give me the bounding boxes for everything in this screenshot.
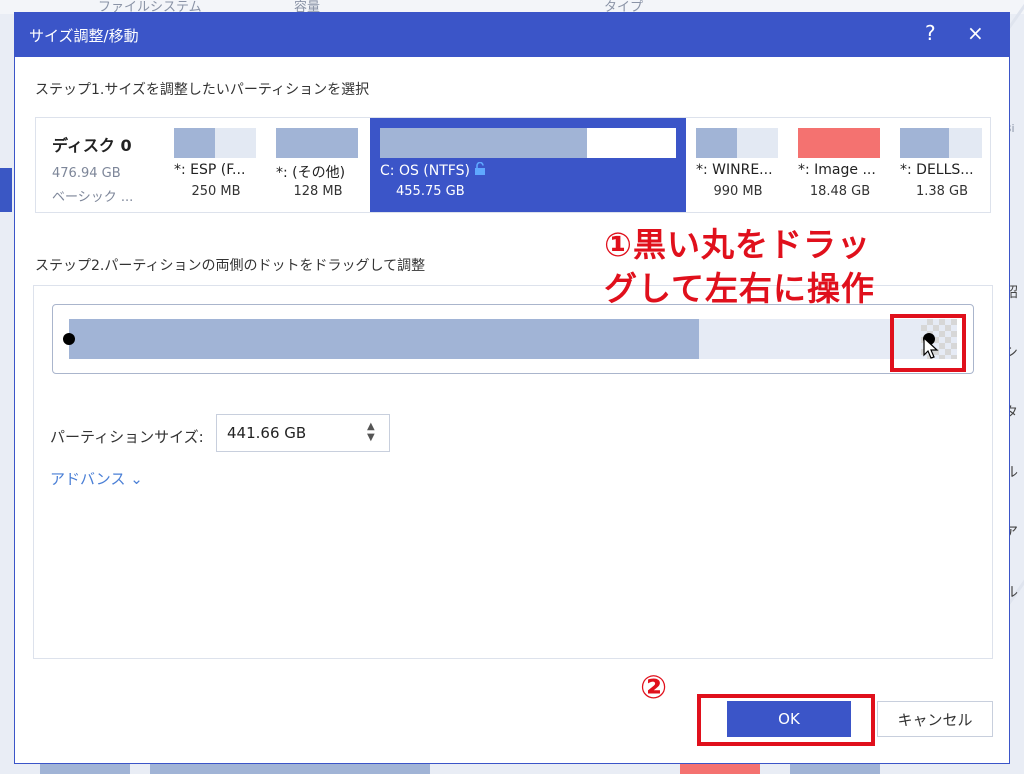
step2-label: ステップ2.パーティションの両側のドットをドラッグして調整 — [35, 258, 426, 274]
bg-partition-bar — [150, 764, 430, 774]
partition-usage-bar — [174, 128, 256, 158]
bg-partition-bar — [680, 764, 760, 774]
partition-name: C: OS (NTFS) — [380, 163, 470, 179]
partition-size: 990 MB — [713, 184, 763, 199]
disk-size: 476.94 GB — [52, 166, 121, 181]
partition-size: 455.75 GB — [396, 184, 465, 199]
partition-size: 1.38 GB — [915, 184, 969, 199]
dialog-title: サイズ調整/移動 — [29, 27, 139, 45]
partition-size-input[interactable]: 441.66 GB ▲ ▼ — [216, 414, 390, 452]
partition-size: 128 MB — [293, 184, 343, 199]
resize-move-dialog: サイズ調整/移動 ? × ステップ1.サイズを調整したいパーティションを選択 デ… — [14, 12, 1010, 764]
partition-name: *: WINRE... — [696, 162, 773, 178]
partition-name-row: C: OS (NTFS) — [380, 161, 486, 179]
slider-used-fill — [69, 319, 700, 359]
partition-used-fill — [174, 128, 215, 158]
resize-panel: パーティションサイズ: 441.66 GB ▲ ▼ アドバンス ⌄ — [33, 285, 993, 659]
bg-partition-bar — [790, 764, 880, 774]
partition-used-fill — [798, 128, 880, 158]
partition-c-os[interactable]: C: OS (NTFS) 455.75 GB — [370, 118, 686, 212]
advanced-toggle[interactable]: アドバンス ⌄ — [50, 468, 143, 489]
partition-name: *: DELLS... — [900, 162, 974, 178]
partition-esp[interactable]: *: ESP (F... 250 MB — [174, 118, 258, 212]
cancel-button[interactable]: キャンセル — [877, 701, 993, 737]
partition-size: 18.48 GB — [809, 184, 871, 199]
highlight-box-handle — [890, 314, 966, 372]
partition-image[interactable]: *: Image ... 18.48 GB — [798, 118, 882, 212]
unlock-icon — [474, 161, 486, 179]
highlight-box-ok — [697, 694, 875, 746]
partition-winre[interactable]: *: WINRE... 990 MB — [696, 118, 780, 212]
partition-name: *: Image ... — [798, 162, 876, 178]
partition-usage-bar — [900, 128, 982, 158]
disk-map: ディスク 0 476.94 GB ベーシック ... *: ESP (F... … — [35, 117, 991, 213]
size-stepper-icon[interactable]: ▲ ▼ — [367, 421, 375, 443]
resize-handle-left[interactable] — [63, 333, 75, 345]
partition-used-fill — [900, 128, 950, 158]
partition-name: *: ESP (F... — [174, 162, 246, 178]
annotation-step1-line2: グして左右に操作 — [604, 269, 876, 308]
help-icon[interactable]: ? — [925, 21, 936, 45]
partition-size: 250 MB — [191, 184, 241, 199]
partition-name: *: (その他) — [276, 165, 346, 181]
partition-dells[interactable]: *: DELLS... 1.38 GB — [900, 118, 984, 212]
annotation-step2: ② — [640, 668, 668, 706]
partition-used-fill — [696, 128, 737, 158]
partition-usage-bar — [276, 128, 358, 158]
partition-used-fill — [276, 128, 358, 158]
partition-usage-bar — [696, 128, 778, 158]
partition-size-value: 441.66 GB — [227, 424, 307, 442]
disk-name: ディスク 0 — [52, 136, 132, 155]
partition-size-label: パーティションサイズ: — [50, 428, 204, 446]
partition-other[interactable]: *: (その他) 128 MB — [276, 118, 360, 212]
partition-usage-bar — [380, 128, 676, 158]
partition-usage-bar — [798, 128, 880, 158]
partition-used-fill — [380, 128, 588, 158]
partition-resize-slider — [52, 304, 974, 374]
close-icon[interactable]: × — [967, 21, 984, 45]
step1-label: ステップ1.サイズを調整したいパーティションを選択 — [35, 82, 370, 98]
annotation-step1-line1: ①黒い丸をドラッ — [604, 225, 871, 264]
disk-type: ベーシック ... — [52, 190, 134, 205]
slider-track[interactable] — [69, 319, 957, 359]
bg-selected-row — [0, 168, 12, 212]
bg-partition-bar — [40, 764, 130, 774]
dialog-titlebar: サイズ調整/移動 ? × — [15, 13, 1009, 57]
